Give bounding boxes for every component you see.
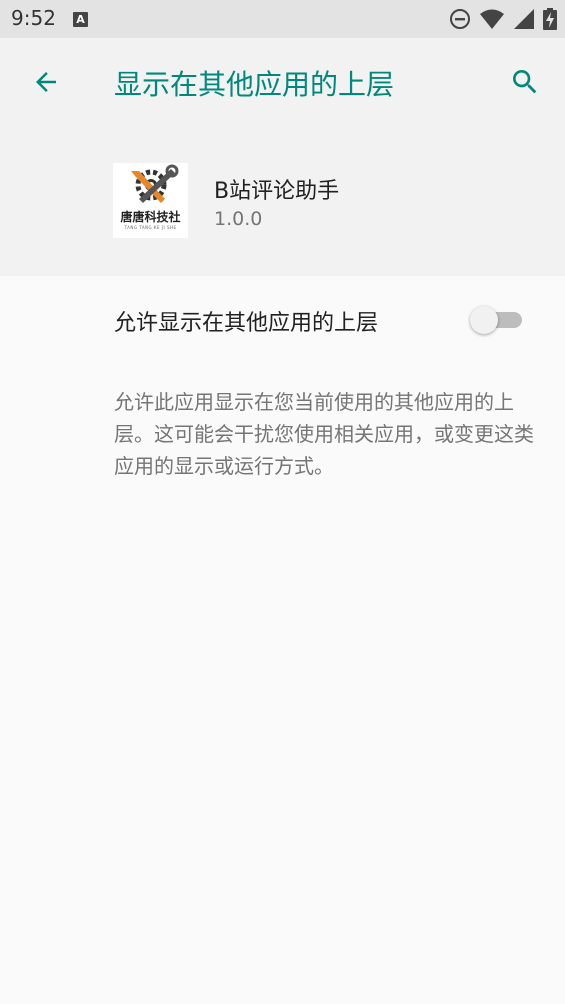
do-not-disturb-icon <box>450 9 470 29</box>
permission-switch[interactable] <box>470 303 526 335</box>
app-name: B站评论助手 <box>214 179 340 204</box>
permission-toggle-row[interactable]: 允许显示在其他应用的上层 <box>0 276 565 362</box>
app-bar: 显示在其他应用的上层 <box>0 38 565 126</box>
app-header: 唐唐科技社 TANG TANG KE JI SHE B站评论助手 1.0.0 <box>0 126 565 276</box>
permission-label: 允许显示在其他应用的上层 <box>114 311 379 336</box>
back-button[interactable] <box>24 60 68 104</box>
logo-text: 唐唐科技社 <box>120 210 181 224</box>
app-version: 1.0.0 <box>214 208 263 230</box>
logo-subtext: TANG TANG KE JI SHE <box>124 225 177 230</box>
status-time: 9:52 <box>11 6 56 30</box>
app-icon: 唐唐科技社 TANG TANG KE JI SHE <box>113 163 188 238</box>
tools-logo-icon <box>131 164 179 203</box>
search-icon <box>513 70 537 94</box>
status-icons <box>449 8 557 30</box>
page-title: 显示在其他应用的上层 <box>114 68 395 101</box>
signal-icon <box>514 9 534 29</box>
arrow-back-icon <box>36 72 56 92</box>
search-button[interactable] <box>503 60 547 104</box>
notification-icon: A <box>73 12 88 27</box>
wifi-icon <box>480 9 504 29</box>
battery-charging-icon <box>543 8 557 30</box>
switch-thumb <box>470 306 498 334</box>
permission-summary: 允许此应用显示在您当前使用的其他应用的上层。这可能会干扰您使用相关应用，或变更这… <box>114 390 534 478</box>
status-bar: 9:52 A <box>0 0 565 38</box>
